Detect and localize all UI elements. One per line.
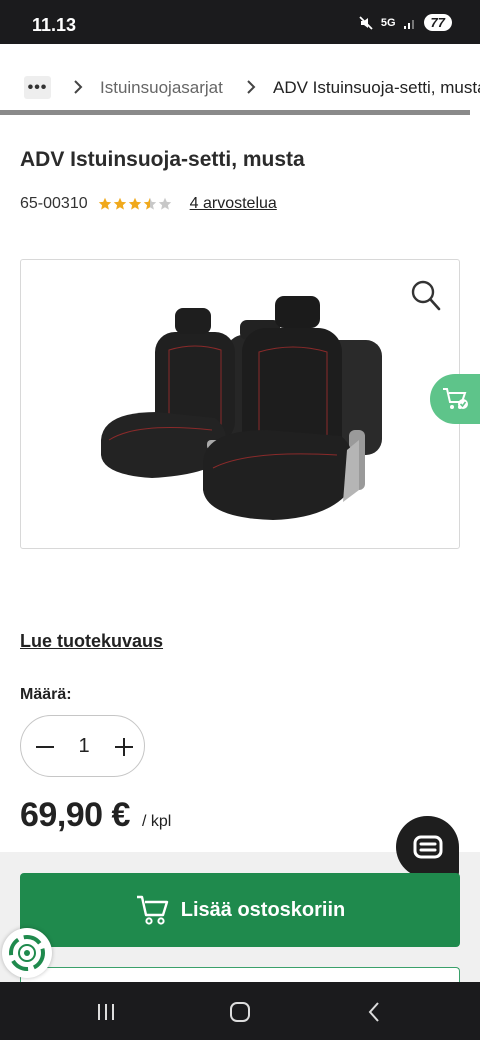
- recycle-icon: [9, 935, 45, 971]
- chevron-right-icon: [74, 80, 83, 94]
- star-icon: [143, 197, 156, 210]
- plus-icon[interactable]: [112, 735, 136, 759]
- system-nav-bar: [0, 982, 480, 1040]
- eco-badge[interactable]: [2, 928, 52, 978]
- reviews-link[interactable]: 4 arvostelua: [190, 195, 277, 213]
- quantity-value[interactable]: 1: [71, 735, 97, 758]
- price-row: 69,90 € / kpl: [20, 796, 171, 835]
- breadcrumb-scrollbar[interactable]: [0, 110, 470, 115]
- product-title: ADV Istuinsuoja-setti, musta: [20, 148, 305, 171]
- price: 69,90 €: [20, 796, 130, 834]
- breadcrumb-item-current: ADV Istuinsuoja-setti, musta: [273, 78, 480, 97]
- cart-check-icon: [443, 388, 468, 409]
- quantity-label: Määrä:: [20, 686, 72, 703]
- minus-icon[interactable]: [33, 735, 57, 759]
- chat-button[interactable]: [396, 816, 459, 878]
- battery-indicator: 77: [423, 14, 452, 31]
- status-icons: 5G 77: [358, 14, 452, 31]
- floating-cart-button[interactable]: [430, 374, 480, 424]
- star-icon: [158, 197, 171, 210]
- star-icon: [113, 197, 126, 210]
- home-icon[interactable]: [228, 1000, 252, 1024]
- chat-icon: [413, 835, 442, 859]
- add-to-cart-button[interactable]: Lisää ostoskoriin: [20, 873, 460, 947]
- quantity-stepper: 1: [20, 715, 145, 777]
- chevron-right-icon: [247, 80, 256, 94]
- breadcrumb: ••• Istuinsuojasarjat ADV Istuinsuoja-se…: [0, 44, 480, 116]
- status-time: 11.13: [32, 15, 77, 35]
- mute-icon: [359, 15, 373, 30]
- network-label: 5G: [380, 16, 396, 29]
- rating-stars: [98, 197, 172, 211]
- product-meta: 65-00310 4 arvostelua: [20, 195, 277, 213]
- add-to-cart-label: Lisää ostoskoriin: [180, 898, 346, 921]
- recent-apps-icon[interactable]: [94, 1000, 118, 1024]
- product-sku: 65-00310: [20, 195, 88, 212]
- product-image-box[interactable]: [20, 259, 460, 549]
- read-description-link[interactable]: Lue tuotekuvaus: [20, 631, 163, 652]
- zoom-icon[interactable]: [411, 280, 441, 312]
- price-unit: / kpl: [141, 813, 172, 830]
- status-bar: 11.13 5G 77: [0, 0, 480, 44]
- breadcrumb-item-category[interactable]: Istuinsuojasarjat: [100, 78, 223, 98]
- breadcrumb-more-button[interactable]: •••: [24, 76, 51, 99]
- seat-cover-set-image: [101, 296, 382, 520]
- star-icon: [98, 197, 111, 210]
- back-icon[interactable]: [362, 1000, 386, 1024]
- cart-icon: [136, 895, 168, 925]
- star-icon: [128, 197, 141, 210]
- signal-icon: [403, 19, 414, 29]
